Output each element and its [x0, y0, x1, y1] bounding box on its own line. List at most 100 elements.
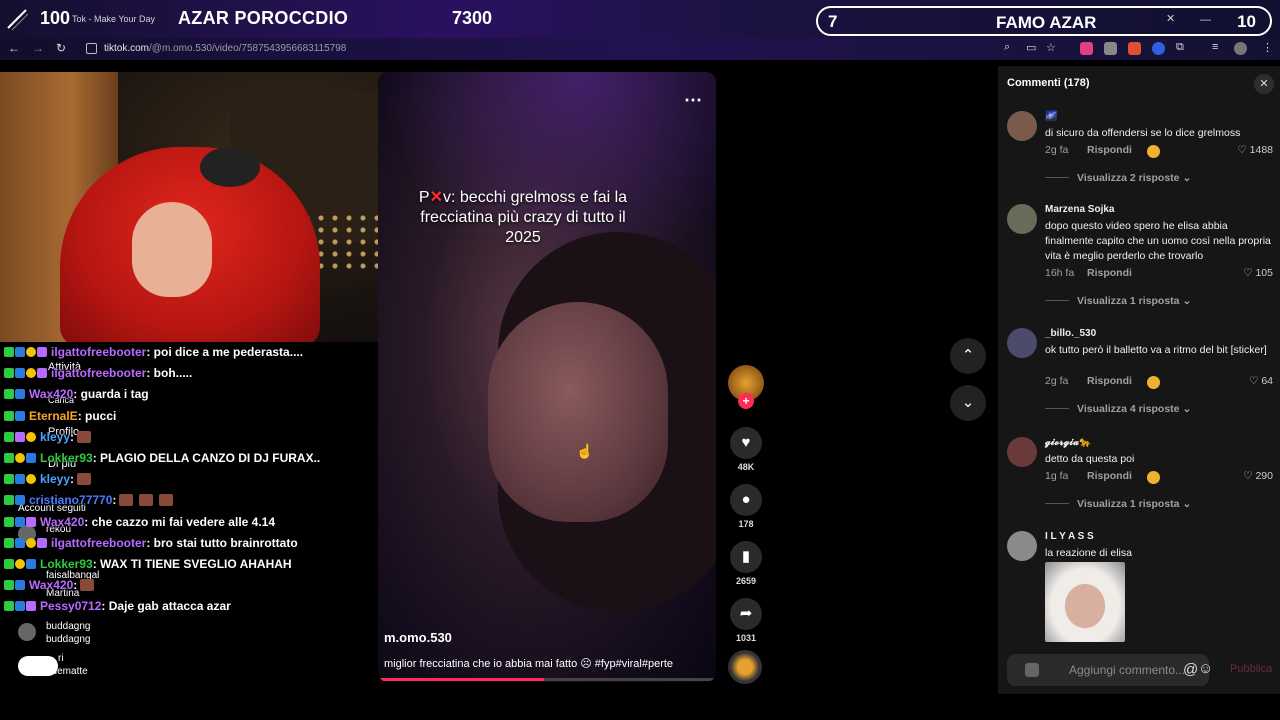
sidebar-account[interactable]: buddagng — [46, 634, 91, 645]
profile-avatar[interactable] — [1234, 42, 1247, 55]
site-info-icon[interactable] — [86, 43, 97, 54]
comment-image[interactable] — [1045, 562, 1125, 642]
chat-badge-icon — [37, 368, 47, 379]
comment-text: di sicuro da offendersi se lo dice grelm… — [1045, 127, 1241, 139]
view-replies-label: Visualizza 1 risposta — [1077, 498, 1180, 510]
cast-icon[interactable]: ▭ — [1026, 41, 1036, 54]
chevron-down-icon: ⌄ — [1182, 403, 1192, 415]
comment-time: 2g fa — [1045, 144, 1069, 156]
chat-username[interactable]: ilgattofreebooter — [51, 366, 146, 380]
avatar[interactable] — [1007, 328, 1037, 358]
view-replies-button[interactable]: Visualizza 2 risposte ⌄ — [1045, 172, 1191, 184]
chat-username[interactable]: Wax420 — [29, 387, 73, 401]
chat-badge-icon — [15, 368, 25, 379]
back-icon[interactable]: ← — [8, 41, 20, 55]
webcam-streamer-face — [132, 202, 212, 297]
chevron-up-icon[interactable]: ⌃ — [950, 338, 986, 374]
sidebar-account[interactable]: ridematte — [46, 666, 88, 677]
view-replies-button[interactable]: Visualizza 1 risposta ⌄ — [1045, 295, 1191, 307]
chat-badge-icon — [4, 474, 14, 485]
comment: Marzena Sojka dopo questo video spero he… — [1007, 204, 1277, 307]
view-replies-button[interactable]: Visualizza 4 risposte ⌄ — [1045, 403, 1191, 415]
comment-text: detto da questa poi — [1045, 453, 1135, 465]
comment-like[interactable]: ♡ 105 — [1243, 267, 1273, 279]
reply-button[interactable]: Rispondi — [1087, 144, 1132, 156]
comment-like[interactable]: ♡ 1488 — [1237, 144, 1273, 156]
reply-button[interactable]: Rispondi — [1087, 470, 1132, 482]
comment-input-placeholder: Aggiungi commento... — [1069, 663, 1186, 677]
chat-badge-icon — [15, 516, 25, 527]
window-close-icon[interactable]: ✕ — [1166, 12, 1175, 25]
video-progress-bar[interactable] — [378, 678, 716, 681]
chat-badge-icon — [4, 410, 14, 421]
comment-username[interactable]: 🌌 — [1045, 111, 1057, 122]
avatar[interactable] — [1007, 531, 1037, 561]
stream-overlay-bar: 100 Tok - Make Your Day AZAR POROCCDIO 7… — [0, 0, 1280, 38]
avatar[interactable] — [1007, 437, 1037, 467]
bookmark-star-icon[interactable]: ☆ — [1046, 41, 1056, 54]
comment-input[interactable]: Aggiungi commento... @ — [1007, 654, 1209, 686]
avatar[interactable] — [1007, 111, 1037, 141]
extension-icon[interactable] — [1080, 42, 1093, 55]
share-arrow-icon[interactable]: ➦ — [730, 598, 762, 630]
extension-icon[interactable] — [1128, 42, 1141, 55]
follow-plus-icon[interactable]: + — [738, 393, 754, 409]
extension-icon[interactable] — [1152, 42, 1165, 55]
menu-kebab-icon[interactable]: ⋮ — [1262, 41, 1273, 54]
emoji-picker-icon[interactable]: ☺ — [1198, 660, 1213, 677]
comment-count: 178 — [738, 519, 754, 529]
comment-username[interactable]: I L Y A S S — [1045, 531, 1094, 542]
extension-icon[interactable] — [1104, 42, 1117, 55]
mention-at-icon[interactable]: @ — [1183, 661, 1198, 678]
view-replies-button[interactable]: Visualizza 1 risposta ⌄ — [1045, 498, 1191, 510]
chat-username[interactable]: Wax420 — [29, 578, 73, 592]
reply-button[interactable]: Rispondi — [1087, 267, 1132, 279]
comment-icon[interactable]: ● — [730, 484, 762, 516]
comment-username[interactable]: _billo._530 — [1045, 328, 1096, 339]
overlay-left-number: 100 — [40, 8, 71, 28]
comment-like[interactable]: ♡ 64 — [1249, 375, 1273, 387]
more-options-icon[interactable]: ⋯ — [684, 90, 702, 111]
avatar[interactable] — [1007, 204, 1037, 234]
chat-username[interactable]: Wax420 — [40, 515, 84, 529]
avatar[interactable] — [18, 623, 36, 641]
zoom-icon[interactable]: ⌕ — [1004, 41, 1010, 54]
chat-badge-icon — [26, 453, 36, 463]
extensions-puzzle-icon[interactable]: ⧉ — [1176, 41, 1184, 54]
sticker-icon[interactable] — [1025, 663, 1039, 677]
close-icon[interactable]: ✕ — [1254, 74, 1274, 94]
comment-like[interactable]: ♡ 290 — [1243, 470, 1273, 482]
comment-username[interactable]: 𝓰𝓲𝓸𝓻𝓰𝓲𝓪🐆 — [1045, 437, 1091, 448]
reload-icon[interactable]: ↻ — [56, 41, 66, 55]
video-progress-fill — [378, 678, 544, 681]
chat-username[interactable]: cristiano77770 — [29, 493, 112, 507]
publish-button[interactable]: Pubblica — [1230, 663, 1272, 675]
chat-username[interactable]: Lokker93 — [40, 557, 93, 571]
chat-username[interactable]: Pessy0712 — [40, 599, 101, 613]
video-author[interactable]: m.omo.530 — [384, 630, 452, 645]
address-bar[interactable]: tiktok.com/@m.omo.530/video/758754395668… — [104, 43, 346, 54]
chat-badge-icon — [26, 537, 36, 548]
minimize-icon[interactable]: — — [1200, 14, 1211, 26]
sidebar-account[interactable]: ri — [58, 653, 64, 664]
music-disc-icon[interactable] — [728, 650, 762, 684]
chevron-down-icon[interactable]: ⌄ — [950, 385, 986, 421]
chat-username[interactable]: kleyy — [40, 472, 70, 486]
bookmark-icon[interactable]: ▮ — [730, 541, 762, 573]
reading-list-icon[interactable]: ≡ — [1212, 41, 1218, 53]
like-heart-icon[interactable]: ♥ — [730, 427, 762, 459]
video-player[interactable]: P✕v: becchi grelmoss e fai la frecciatin… — [378, 72, 716, 682]
chat-username[interactable]: EternalE — [29, 409, 78, 423]
slash-logo-icon — [7, 9, 29, 31]
chat-badge-icon — [26, 431, 36, 442]
reply-button[interactable]: Rispondi — [1087, 375, 1132, 387]
chat-username[interactable]: ilgattofreebooter — [51, 345, 146, 359]
view-replies-label: Visualizza 4 risposte — [1077, 403, 1180, 415]
forward-icon[interactable]: → — [32, 41, 44, 55]
comment-username[interactable]: Marzena Sojka — [1045, 204, 1114, 215]
chat-username[interactable]: Lokker93 — [40, 451, 93, 465]
chat-username[interactable]: ilgattofreebooter — [51, 536, 146, 550]
chat-username[interactable]: kleyy — [40, 430, 70, 444]
chat-badge-icon — [37, 537, 47, 548]
save-count: 2659 — [735, 576, 757, 586]
